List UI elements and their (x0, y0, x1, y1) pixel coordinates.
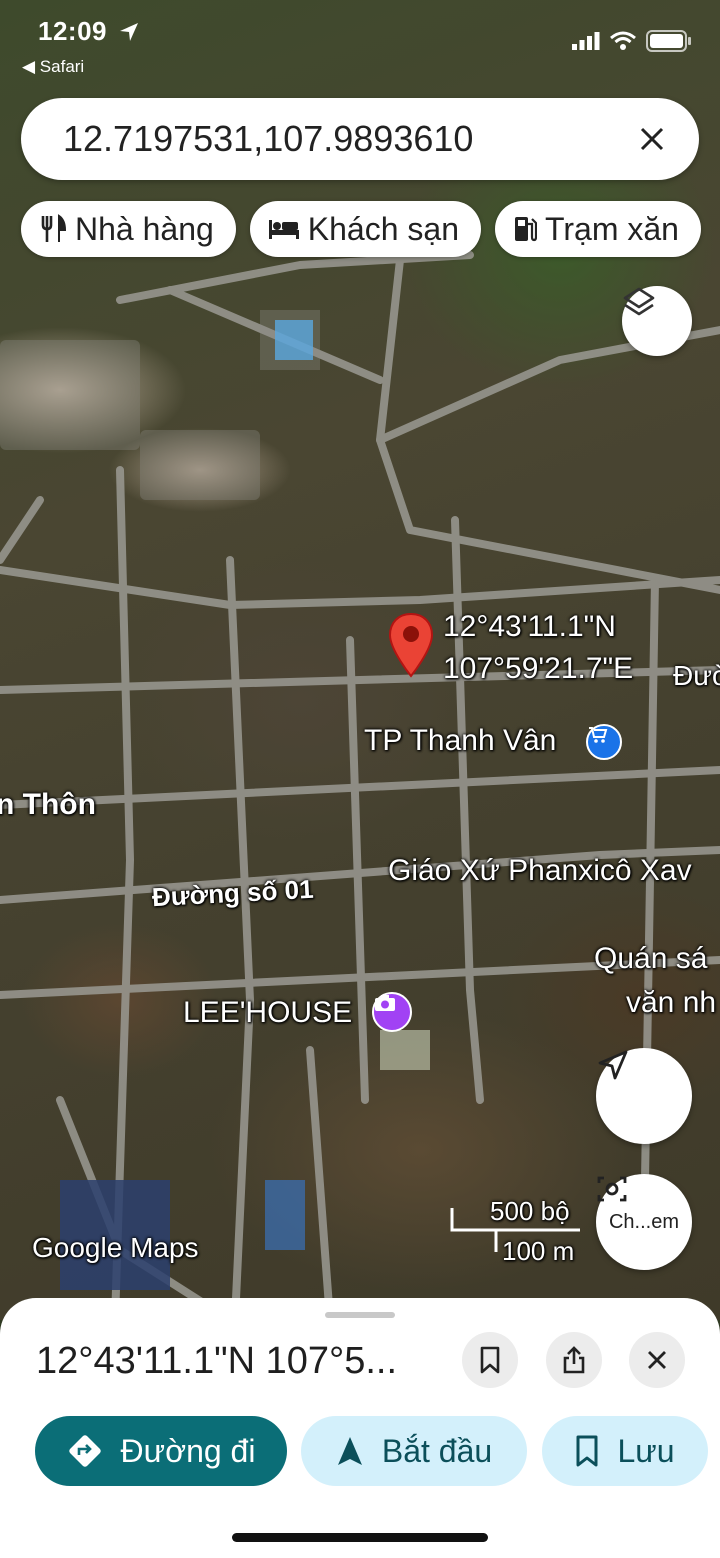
camera-lens-icon (597, 1176, 627, 1202)
battery-icon (646, 30, 691, 52)
directions-button[interactable]: Đường đi (35, 1416, 287, 1486)
chip-restaurants-label: Nhà hàng (75, 210, 214, 247)
chip-hotels-label: Khách sạn (307, 210, 459, 247)
sheet-drag-handle[interactable] (325, 1312, 395, 1318)
fuel-icon (515, 217, 537, 242)
my-location-button[interactable] (596, 1048, 692, 1144)
signal-icon (572, 32, 600, 50)
bookmark-icon (576, 1435, 598, 1467)
scale-bar: 500 bộ 100 m (450, 1196, 590, 1266)
scale-meters: 100 m (502, 1236, 575, 1266)
start-button[interactable]: Bắt đầu (301, 1416, 527, 1486)
navigation-icon (337, 1437, 362, 1465)
share-button[interactable] (546, 1332, 602, 1388)
bookmark-button[interactable] (462, 1332, 518, 1388)
directions-icon (68, 1435, 101, 1467)
start-label: Bắt đầu (381, 1432, 493, 1469)
camera-poi-icon[interactable] (372, 992, 412, 1032)
directions-label: Đường đi (120, 1432, 256, 1469)
screen: 12°43'11.1"N 107°59'21.7"E Đườ TP Thanh … (0, 0, 720, 1558)
home-indicator[interactable] (232, 1533, 488, 1542)
map-label-giao-xu[interactable]: Giáo Xứ Phanxicô Xav (388, 854, 692, 888)
close-icon (648, 1351, 666, 1369)
map-label-thon: n Thôn (0, 788, 96, 821)
place-title: 12°43'11.1"N 107°5... (36, 1340, 398, 1382)
map-label-thanh-van[interactable]: TP Thanh Vân (364, 724, 556, 758)
map-label-pin-lat: 12°43'11.1"N (443, 610, 616, 643)
location-arrow-icon (120, 23, 138, 41)
google-maps-watermark: Google Maps (32, 1232, 199, 1263)
close-icon (640, 127, 664, 151)
system-indicators (572, 30, 692, 52)
chip-gas-stations[interactable]: Trạm xăn (495, 201, 701, 257)
clock: 12:09 (38, 16, 107, 46)
bookmark-icon (480, 1346, 500, 1374)
chip-hotels[interactable]: Khách sạn (249, 201, 481, 257)
utensils-icon (41, 214, 67, 242)
search-bar[interactable] (21, 98, 699, 180)
search-input[interactable] (63, 116, 623, 162)
scale-feet: 500 bộ (490, 1196, 570, 1226)
category-chips: Nhà hàng Khách sạn Trạm xăn (21, 201, 701, 257)
status-bar: 12:09 ◀ Safari (0, 0, 720, 90)
map-label-quan-sa[interactable]: Quán sá (594, 942, 707, 976)
bed-icon (268, 220, 299, 239)
layers-icon (623, 287, 655, 316)
lens-label: Ch...em (608, 1210, 680, 1233)
back-to-safari[interactable]: ◀ Safari (22, 57, 84, 77)
lens-button[interactable]: Ch...em (596, 1174, 692, 1270)
clear-search-button[interactable] (629, 116, 675, 162)
chip-gas-stations-label: Trạm xăn (545, 210, 679, 247)
chip-restaurants[interactable]: Nhà hàng (21, 201, 236, 257)
close-sheet-button[interactable] (629, 1332, 685, 1388)
save-label: Lưu (617, 1432, 675, 1469)
navigation-arrow-icon (598, 1050, 628, 1080)
layers-button[interactable] (622, 286, 692, 356)
map-label-pin-lng: 107°59'21.7"E (443, 652, 634, 685)
satellite-map[interactable]: 12°43'11.1"N 107°59'21.7"E Đườ TP Thanh … (0, 0, 720, 1320)
bottom-sheet: 12°43'11.1"N 107°5... Đường đi Bắt đầu L… (0, 1298, 720, 1558)
shopping-cart-icon[interactable] (586, 724, 622, 760)
map-label-lee-house[interactable]: LEE'HOUSE (183, 996, 352, 1030)
map-label-van-nh: văn nh (626, 986, 717, 1019)
map-label-duong-partial: Đườ (673, 660, 720, 691)
wifi-icon (610, 31, 636, 50)
share-icon (563, 1346, 585, 1374)
save-button[interactable]: Lưu (542, 1416, 708, 1486)
location-pin-icon[interactable] (388, 612, 434, 678)
